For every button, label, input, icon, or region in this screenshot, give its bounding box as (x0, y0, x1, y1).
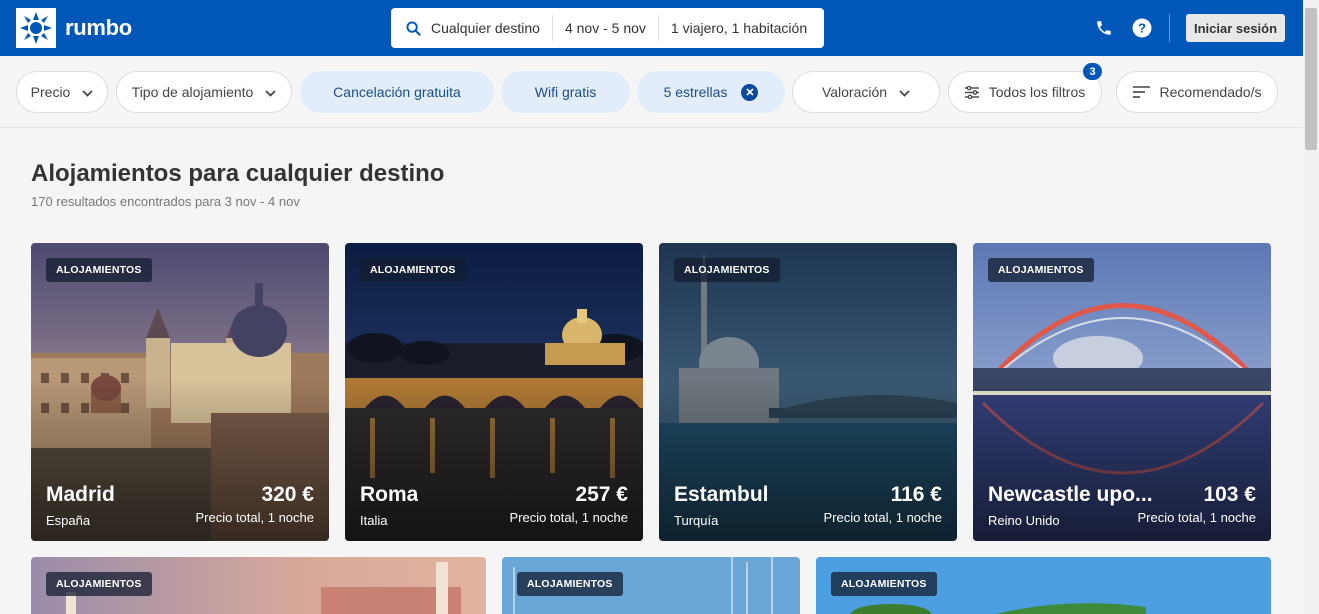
filter-price-label: Precio (30, 84, 71, 100)
destination-card-newcastle[interactable]: ALOJAMIENTOS Newcastle upo... Reino Unid… (973, 243, 1271, 541)
search-destination[interactable]: Cualquier destino (429, 15, 552, 41)
login-button[interactable]: Iniciar sesión (1186, 14, 1285, 42)
card-city: Newcastle upo... (988, 483, 1153, 506)
filter-all-filters-label: Todos los filtros (988, 84, 1086, 100)
brand-logo[interactable]: rumbo (16, 8, 132, 48)
filter-accommodation-type-label: Tipo de alojamiento (131, 84, 254, 100)
card-category-tag: ALOJAMIENTOS (988, 258, 1094, 282)
card-price: 103 € (1203, 483, 1256, 506)
remove-filter-icon[interactable] (741, 83, 759, 101)
destination-card-estambul[interactable]: ALOJAMIENTOS Estambul Turquía 116 € Prec… (659, 243, 957, 541)
card-city: Madrid (46, 483, 115, 506)
card-country: Turquía (674, 513, 719, 528)
filter-free-cancellation[interactable]: Cancelación gratuita (300, 71, 494, 113)
brand-name: rumbo (65, 15, 132, 40)
card-category-tag: ALOJAMIENTOS (674, 258, 780, 282)
scrollbar-thumb[interactable] (1305, 8, 1317, 150)
search-guests[interactable]: 1 viajero, 1 habitación (657, 15, 819, 41)
sun-logo-icon (16, 8, 56, 48)
destination-card-roma[interactable]: ALOJAMIENTOS Roma Italia 257 € Precio to… (345, 243, 643, 541)
chevron-down-icon (82, 84, 93, 100)
filter-accommodation-type[interactable]: Tipo de alojamiento (116, 71, 292, 113)
card-city: Roma (360, 483, 419, 506)
card-category-tag: ALOJAMIENTOS (360, 258, 466, 282)
filter-free-wifi[interactable]: Wifi gratis (501, 71, 630, 113)
filter-rating[interactable]: Valoración (792, 71, 940, 113)
card-price-note: Precio total, 1 noche (823, 510, 942, 525)
card-category-tag: ALOJAMIENTOS (831, 572, 937, 596)
filter-price[interactable]: Precio (16, 71, 108, 113)
destination-card-6[interactable]: ALOJAMIENTOS (502, 557, 800, 614)
card-country: Reino Unido (988, 513, 1060, 528)
card-category-tag: ALOJAMIENTOS (517, 572, 623, 596)
sort-lines-icon (1132, 86, 1150, 98)
chevron-down-icon (899, 84, 910, 100)
search-icon (391, 20, 429, 36)
card-price-note: Precio total, 1 noche (195, 510, 314, 525)
card-category-tag: ALOJAMIENTOS (46, 258, 152, 282)
card-country: España (46, 513, 91, 528)
card-price: 116 € (890, 483, 942, 506)
svg-text:?: ? (1138, 21, 1146, 36)
phone-icon[interactable] (1093, 17, 1115, 39)
sort-label: Recomendado/s (1159, 84, 1262, 100)
help-icon[interactable]: ? (1131, 17, 1153, 39)
card-price: 257 € (575, 483, 628, 506)
page-title: Alojamientos para cualquier destino (31, 160, 445, 187)
filter-count-badge: 3 (1083, 63, 1102, 80)
search-dates[interactable]: 4 nov - 5 nov (551, 15, 658, 41)
card-price-note: Precio total, 1 noche (1137, 510, 1256, 525)
top-header: rumbo Cualquier destino 4 nov - 5 nov 1 … (0, 0, 1303, 56)
filter-rating-label: Valoración (821, 84, 888, 100)
results-summary: 170 resultados encontrados para 3 nov - … (31, 194, 300, 209)
card-price: 320 € (261, 483, 314, 506)
card-price-note: Precio total, 1 noche (509, 510, 628, 525)
destination-card-5[interactable]: ALOJAMIENTOS (31, 557, 486, 614)
sort-button[interactable]: Recomendado/s (1116, 71, 1278, 113)
filter-five-stars-label: 5 estrellas (663, 84, 728, 100)
filter-all-filters[interactable]: Todos los filtros (948, 71, 1102, 113)
card-country: Italia (360, 513, 388, 528)
card-category-tag: ALOJAMIENTOS (46, 572, 152, 596)
filter-five-stars[interactable]: 5 estrellas (637, 71, 785, 113)
destination-card-7[interactable]: ALOJAMIENTOS (816, 557, 1271, 614)
destination-card-madrid[interactable]: ALOJAMIENTOS Madrid España 320 € Precio … (31, 243, 329, 541)
card-city: Estambul (674, 483, 769, 506)
sliders-icon (964, 85, 979, 99)
filter-bar: Precio Tipo de alojamiento Cancelación g… (0, 56, 1303, 128)
search-summary[interactable]: Cualquier destino 4 nov - 5 nov 1 viajer… (391, 8, 824, 48)
header-divider (1169, 14, 1170, 42)
chevron-down-icon (265, 84, 276, 100)
